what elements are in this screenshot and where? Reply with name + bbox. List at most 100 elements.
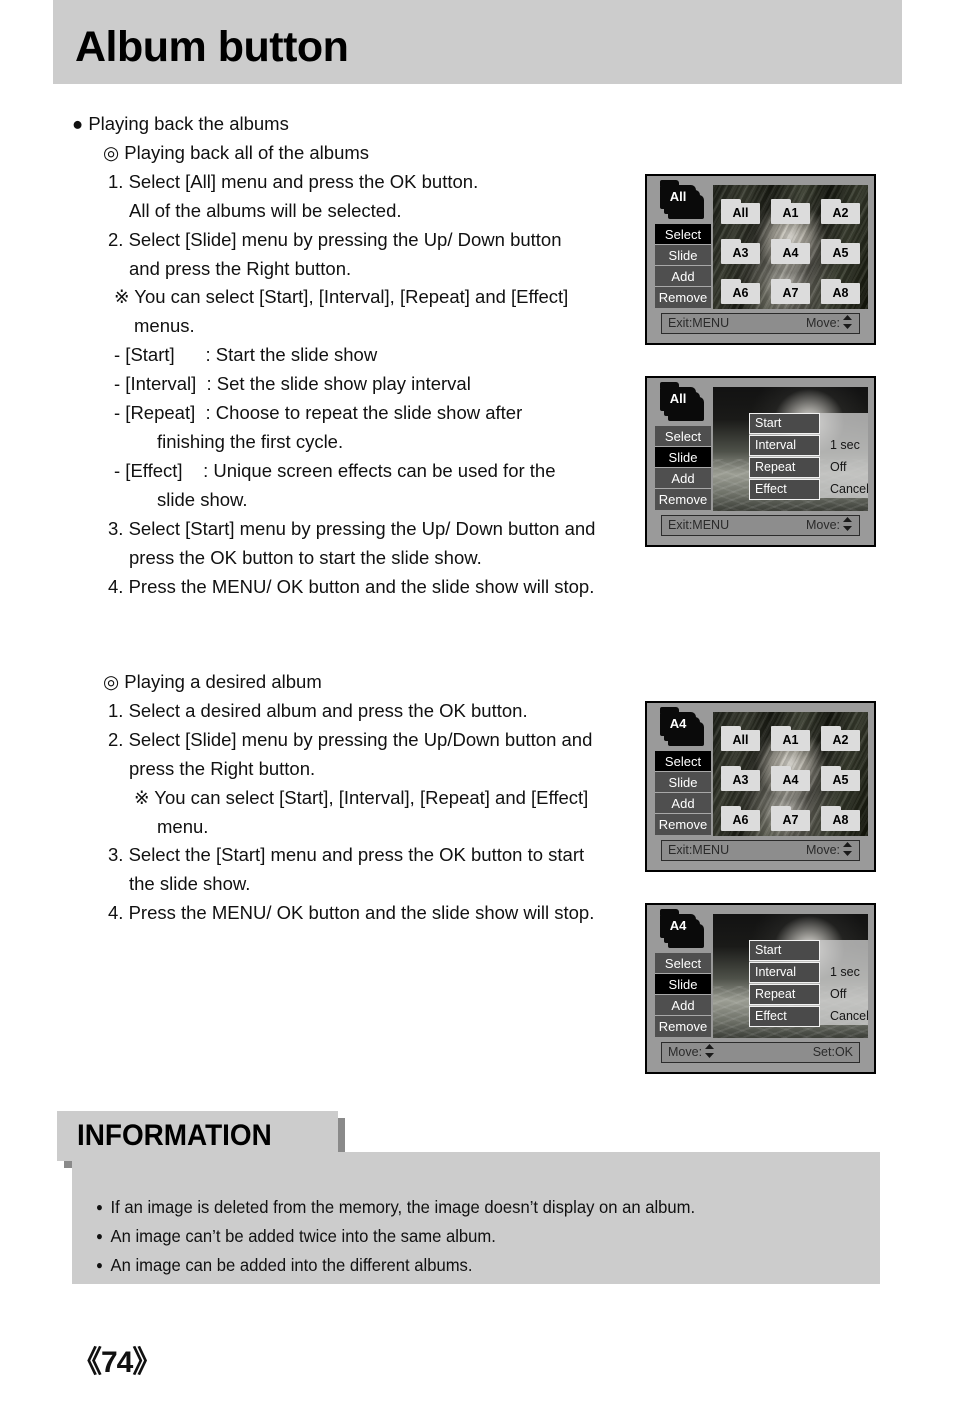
lcd-status-right: Move: (806, 516, 853, 535)
album-tile[interactable]: A2 (821, 726, 860, 751)
lcd-status-left: Move: (668, 1043, 715, 1062)
album-tile[interactable]: A3 (721, 239, 760, 264)
slide-submenu-row-effect[interactable]: Effect Cancel (749, 1006, 868, 1027)
slide-submenu-key: Effect (749, 479, 820, 500)
lcd-menu-item-select[interactable]: Select (655, 953, 711, 974)
information-list-item-text: An image can’t be added twice into the s… (110, 1226, 496, 1246)
album-folder-icon-label: A4 (669, 918, 687, 933)
lcd-menu-item-remove[interactable]: Remove (655, 814, 711, 835)
lcd-status-left: Exit:MENU (668, 316, 730, 330)
album-tile[interactable]: A2 (821, 199, 860, 224)
lcd-status-left: Exit:MENU (668, 843, 730, 857)
instruction-line: the slide show. (129, 873, 251, 895)
album-tile[interactable]: A4 (771, 239, 810, 264)
album-tile-grid: All A1 A2 A3 A4 A5 A6 A7 A8 (713, 712, 868, 836)
slide-submenu-value: Off (830, 987, 847, 1001)
up-down-arrow-icon (842, 315, 853, 335)
slide-submenu-row-repeat[interactable]: Repeat Off (749, 984, 868, 1005)
lcd-menu-item-slide[interactable]: Slide (655, 772, 711, 793)
slide-submenu-key: Start (749, 940, 820, 961)
album-tile[interactable]: A6 (721, 279, 760, 304)
slide-submenu-key: Interval (749, 435, 820, 456)
lcd-status-right: Set:OK (812, 1045, 853, 1059)
instructions-section-two: ◎ Playing a desired album 1. Select a de… (72, 668, 632, 928)
instruction-line: and press the Right button. (129, 257, 352, 279)
album-folder-icon-label: All (669, 391, 687, 406)
lcd-menu-strip: Select Slide Add Remove (655, 953, 711, 1037)
lcd-status-left-label: Move: (668, 1045, 703, 1059)
lcd-menu-item-select[interactable]: Select (655, 224, 711, 245)
album-tile[interactable]: A6 (721, 806, 760, 831)
lcd-status-right-label: Move: (805, 316, 840, 330)
lcd-menu-item-remove[interactable]: Remove (655, 1016, 711, 1037)
up-down-arrow-icon (842, 517, 853, 537)
slide-submenu-row-start[interactable]: Start (749, 940, 868, 961)
instruction-line: 2. Select [Slide] menu by pressing the U… (108, 728, 593, 750)
information-list-item: ● An image can be added into the differen… (96, 1251, 828, 1280)
slide-submenu-key: Repeat (749, 457, 820, 478)
album-tile[interactable]: A8 (821, 806, 860, 831)
album-tile[interactable]: A1 (771, 199, 810, 224)
lcd-preview-photo: All A1 A2 A3 A4 A5 A6 A7 A8 (713, 712, 868, 836)
slide-submenu-key: Start (749, 413, 820, 434)
instruction-line: ※ You can select [Start], [Interval], [R… (114, 286, 569, 308)
album-folder-icon: A4 (660, 707, 704, 746)
lcd-status-right: Move: (806, 314, 853, 333)
lcd-menu-strip: Select Slide Add Remove (655, 224, 711, 308)
instruction-line: finishing the first cycle. (157, 430, 344, 452)
album-tile[interactable]: All (721, 726, 760, 751)
album-tile[interactable]: A3 (721, 766, 760, 791)
instruction-line: press the Right button. (129, 757, 316, 779)
album-tile[interactable]: A7 (771, 279, 810, 304)
information-list: ● If an image is deleted from the memory,… (96, 1193, 866, 1280)
lcd-menu-item-add[interactable]: Add (655, 266, 711, 287)
lcd-menu-item-add[interactable]: Add (655, 995, 711, 1016)
section-one-heading: ● Playing back the albums (72, 113, 289, 134)
lcd-menu-item-remove[interactable]: Remove (655, 287, 711, 308)
lcd-status-bar: Exit:MENU Move: (661, 840, 860, 861)
instruction-line: 4. Press the MENU/ OK button and the sli… (108, 902, 595, 924)
slide-submenu-row-effect[interactable]: Effect Cancel (749, 479, 868, 500)
instruction-line: slide show. (157, 488, 248, 510)
album-tile[interactable]: A7 (771, 806, 810, 831)
album-folder-icon: All (660, 180, 704, 219)
lcd-menu-item-slide[interactable]: Slide (655, 447, 711, 468)
album-tile[interactable]: A5 (821, 766, 860, 791)
lcd-status-left: Exit:MENU (668, 518, 730, 532)
bullet-icon: ● (96, 1229, 103, 1243)
lcd-menu-item-add[interactable]: Add (655, 468, 711, 489)
lcd-screenshot-album-all-slide: All Select Slide Add Remove Start Interv… (645, 376, 876, 547)
lcd-menu-item-slide[interactable]: Slide (655, 245, 711, 266)
slide-submenu-value: Off (830, 460, 847, 474)
lcd-status-bar: Exit:MENU Move: (661, 515, 860, 536)
album-tile[interactable]: A5 (821, 239, 860, 264)
slide-submenu-row-start[interactable]: Start (749, 413, 868, 434)
lcd-menu-item-slide[interactable]: Slide (655, 974, 711, 995)
page-number: 《74》 (72, 1346, 162, 1379)
album-tile[interactable]: A4 (771, 766, 810, 791)
bullet-icon: ● (96, 1258, 103, 1272)
lcd-menu-item-remove[interactable]: Remove (655, 489, 711, 510)
instruction-line: ※ You can select [Start], [Interval], [R… (134, 786, 589, 808)
lcd-status-bar: Move: Set:OK (661, 1042, 860, 1063)
slide-submenu-value: Cancel (830, 482, 868, 496)
slide-submenu-key: Interval (749, 962, 820, 983)
album-folder-icon: A4 (660, 909, 704, 948)
album-tile[interactable]: All (721, 199, 760, 224)
information-title: INFORMATION (77, 1119, 272, 1152)
slide-submenu-row-interval[interactable]: Interval 1 sec (749, 962, 868, 983)
lcd-menu-item-select[interactable]: Select (655, 426, 711, 447)
album-tile[interactable]: A1 (771, 726, 810, 751)
lcd-menu-item-select[interactable]: Select (655, 751, 711, 772)
bullet-icon: ● (96, 1200, 103, 1214)
album-tile[interactable]: A8 (821, 279, 860, 304)
slide-submenu-row-interval[interactable]: Interval 1 sec (749, 435, 868, 456)
album-folder-icon: All (660, 382, 704, 421)
instruction-line: menu. (157, 815, 209, 837)
lcd-menu-item-add[interactable]: Add (655, 793, 711, 814)
instruction-line: - [Repeat] : Choose to repeat the slide … (114, 402, 523, 424)
slide-submenu-row-repeat[interactable]: Repeat Off (749, 457, 868, 478)
slide-submenu-value: 1 sec (830, 965, 860, 979)
instruction-line: - [Start] : Start the slide show (114, 344, 378, 366)
album-folder-icon-label: All (669, 189, 687, 204)
